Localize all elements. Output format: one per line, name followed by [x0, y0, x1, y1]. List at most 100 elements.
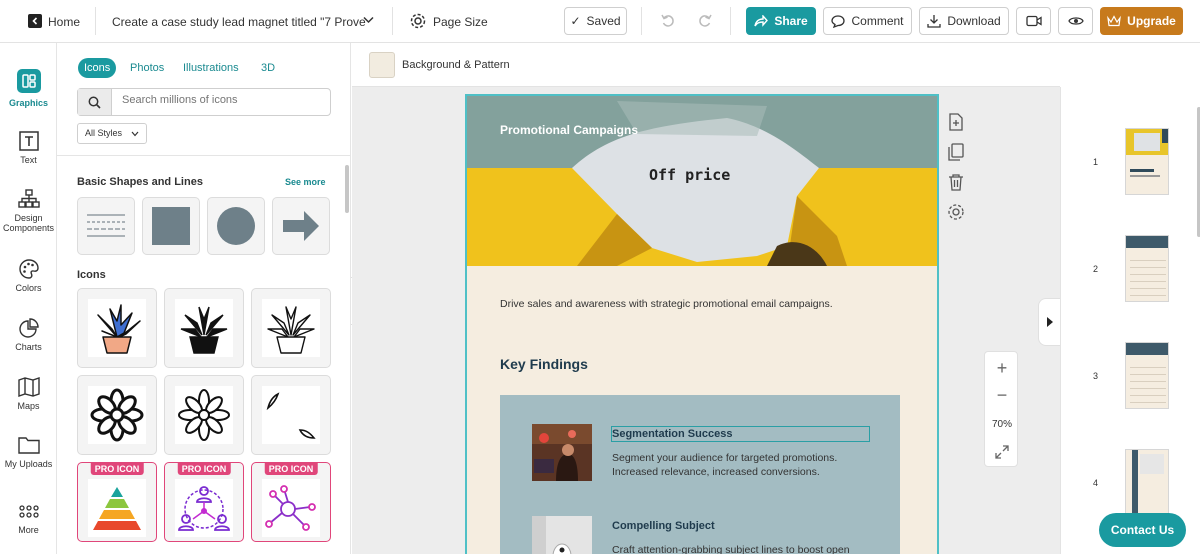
- search-box: [77, 88, 331, 116]
- potted-plant-icon: [180, 306, 228, 354]
- download-button[interactable]: Download: [919, 7, 1009, 35]
- pyramid-icon: [93, 487, 141, 530]
- contact-us-button[interactable]: Contact Us: [1099, 513, 1186, 547]
- pro-badge: PRO ICON: [177, 463, 231, 475]
- grid-dots-icon: [18, 505, 39, 518]
- page-thumbnail-1[interactable]: [1125, 128, 1169, 195]
- check-icon: ✓: [570, 14, 581, 28]
- shape-lines[interactable]: [77, 197, 135, 255]
- finding-title[interactable]: Compelling Subject: [612, 520, 715, 532]
- rail-label: Text: [20, 155, 37, 165]
- shape-arrow[interactable]: [272, 197, 330, 255]
- rail-item-my-uploads[interactable]: My Uploads: [0, 435, 57, 469]
- rail-item-colors[interactable]: Colors: [0, 259, 57, 293]
- add-page-icon[interactable]: [947, 113, 965, 131]
- saved-label: Saved: [586, 14, 621, 28]
- divider: [641, 7, 642, 35]
- rail-label: Graphics: [8, 98, 48, 108]
- preview-button[interactable]: [1058, 7, 1093, 35]
- network-nodes-icon: [265, 485, 316, 531]
- divider: [730, 7, 731, 35]
- rail-item-design-components[interactable]: Design Components: [0, 189, 57, 233]
- zoom-level: 70%: [991, 419, 1012, 430]
- upgrade-button[interactable]: Upgrade: [1100, 7, 1183, 35]
- redo-icon[interactable]: [697, 13, 713, 29]
- undo-icon[interactable]: [660, 13, 676, 29]
- rail-item-more[interactable]: More: [0, 505, 57, 535]
- icon-tile[interactable]: [251, 375, 331, 455]
- back-icon[interactable]: [28, 14, 42, 28]
- share-button[interactable]: Share: [746, 7, 816, 35]
- comment-button[interactable]: Comment: [823, 7, 912, 35]
- shape-circle[interactable]: [207, 197, 265, 255]
- download-icon: [927, 15, 941, 28]
- icon-tile[interactable]: [77, 288, 157, 368]
- trash-icon[interactable]: [947, 173, 965, 191]
- icon-tile[interactable]: [251, 288, 331, 368]
- icon-tile-pro[interactable]: PRO ICON: [77, 462, 157, 542]
- page-thumbnail-4[interactable]: [1125, 449, 1169, 516]
- style-filter-label: All Styles: [85, 128, 123, 138]
- panel-divider: [57, 155, 350, 156]
- canvas-toolbar: Background & Pattern: [352, 43, 1060, 87]
- rail-item-charts[interactable]: Charts: [0, 318, 57, 352]
- eye-icon: [1067, 17, 1084, 25]
- saved-button[interactable]: ✓ Saved: [564, 7, 627, 35]
- page-size-button[interactable]: Page Size: [433, 15, 488, 29]
- video-icon: [1025, 15, 1042, 27]
- icon-tile[interactable]: [77, 375, 157, 455]
- banner-title[interactable]: Promotional Campaigns: [500, 123, 638, 137]
- collapse-thumbs-button[interactable]: [1038, 298, 1060, 346]
- zoom-in-button[interactable]: +: [985, 358, 1019, 379]
- comment-label: Comment: [851, 14, 904, 28]
- tab-illustrations[interactable]: Illustrations: [177, 58, 245, 78]
- finding-photo: [532, 516, 592, 554]
- rail-item-graphics[interactable]: Graphics: [0, 68, 57, 108]
- chevron-down-icon[interactable]: [363, 16, 374, 24]
- see-more-link[interactable]: See more: [285, 177, 326, 187]
- flower-icon: [90, 388, 144, 442]
- gear-icon[interactable]: [409, 12, 427, 30]
- divider: [392, 7, 393, 35]
- search-input[interactable]: [122, 94, 322, 106]
- rail-label: Colors: [15, 283, 42, 293]
- findings-box[interactable]: Segmentation Success Segment your audien…: [500, 395, 900, 554]
- search-button[interactable]: [78, 89, 112, 115]
- document-title[interactable]: Create a case study lead magnet titled "…: [112, 15, 366, 29]
- page-thumbnail-3[interactable]: [1125, 342, 1169, 409]
- pro-badge: PRO ICON: [90, 463, 144, 475]
- page-settings-icon[interactable]: [947, 203, 965, 221]
- panel-scrollbar[interactable]: [345, 165, 349, 213]
- tab-photos[interactable]: Photos: [124, 58, 170, 78]
- present-button[interactable]: [1016, 7, 1051, 35]
- background-swatch[interactable]: [369, 52, 395, 78]
- shape-square[interactable]: [142, 197, 200, 255]
- comment-icon: [831, 14, 846, 28]
- icon-tile-pro[interactable]: PRO ICON: [164, 462, 244, 542]
- page-thumbnails: 1 2 3 4: [1060, 87, 1200, 554]
- home-link[interactable]: Home: [48, 15, 80, 29]
- palette-icon: [18, 259, 39, 279]
- finding-title[interactable]: Segmentation Success: [612, 428, 732, 440]
- tab-icons[interactable]: Icons: [78, 58, 117, 78]
- background-pattern-button[interactable]: Background & Pattern: [402, 59, 510, 71]
- rail-label: More: [18, 525, 39, 535]
- key-findings-heading[interactable]: Key Findings: [500, 356, 588, 372]
- zoom-out-button[interactable]: −: [985, 385, 1019, 406]
- upgrade-label: Upgrade: [1127, 14, 1176, 28]
- fit-screen-icon[interactable]: [995, 445, 1009, 459]
- finding-body[interactable]: Increased relevance, increased conversio…: [612, 466, 820, 478]
- finding-body[interactable]: Segment your audience for targeted promo…: [612, 452, 837, 464]
- page-thumbnail-2[interactable]: [1125, 235, 1169, 302]
- duplicate-page-icon[interactable]: [947, 143, 965, 161]
- tab-3d[interactable]: 3D: [255, 58, 281, 78]
- document-page[interactable]: Promotional Campaigns Off price Drive sa…: [465, 94, 939, 554]
- icon-tile[interactable]: [164, 288, 244, 368]
- rail-item-text[interactable]: Text: [0, 131, 57, 165]
- icon-tile-pro[interactable]: PRO ICON: [251, 462, 331, 542]
- style-filter-select[interactable]: All Styles: [77, 123, 147, 144]
- finding-body[interactable]: Craft attention-grabbing subject lines t…: [612, 544, 850, 554]
- rail-item-maps[interactable]: Maps: [0, 377, 57, 411]
- intro-text[interactable]: Drive sales and awareness with strategic…: [500, 298, 833, 310]
- icon-tile[interactable]: [164, 375, 244, 455]
